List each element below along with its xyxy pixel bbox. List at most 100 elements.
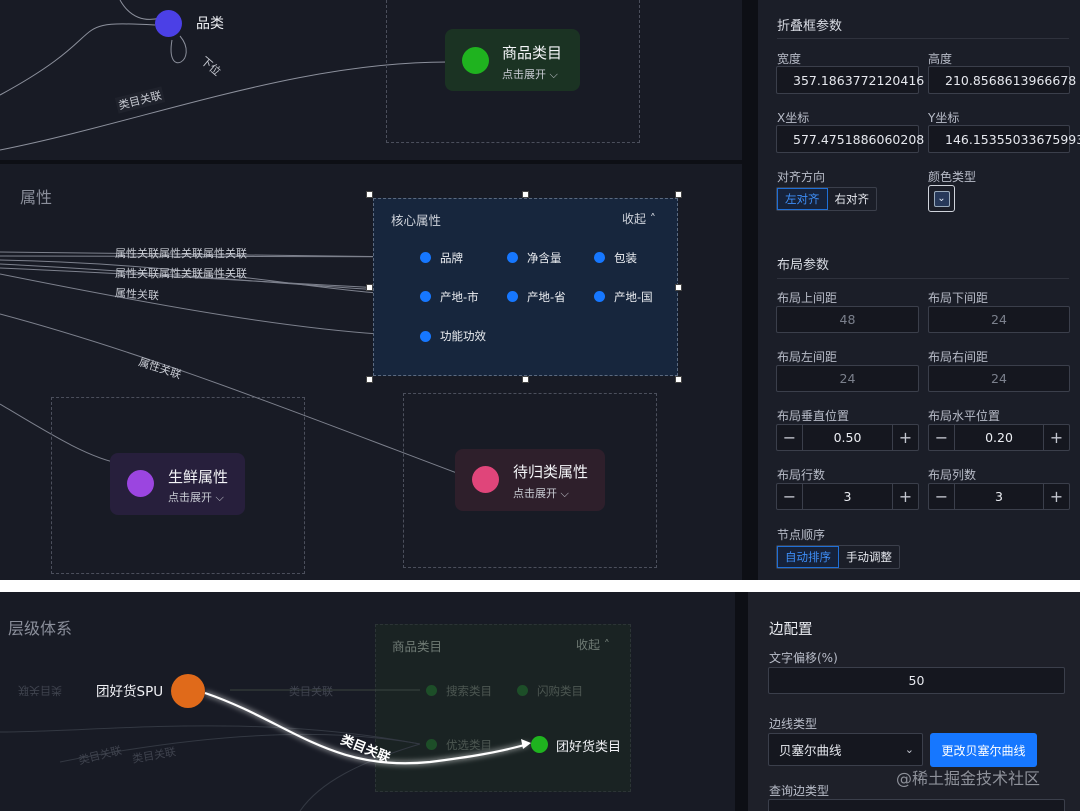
query-edge-field[interactable] [768,799,1065,811]
bottom-gap-label: 布局下间距 [928,291,989,305]
plus-icon[interactable]: + [892,425,918,450]
resize-handle[interactable] [522,191,529,198]
cols-label: 布局列数 [928,468,977,482]
daigui-expand[interactable]: 点击展开 ⌵ [513,485,569,501]
minus-icon[interactable]: − [929,425,955,450]
align-label: 对齐方向 [777,170,826,184]
attr-node-jinghanliang[interactable] [507,252,518,263]
rows-label: 布局行数 [777,468,826,482]
resize-handle[interactable] [366,284,373,291]
minus-icon[interactable]: − [777,484,803,509]
faded-node[interactable] [426,685,437,696]
edge-type-select[interactable]: 贝塞尔曲线 ⌄ [768,733,923,766]
chevron-down-icon: ⌄ [933,190,950,207]
plus-icon[interactable]: + [1043,425,1069,450]
right-gap-field[interactable]: 24 [928,365,1070,392]
chevron-up-icon: ˄ [649,212,656,226]
bottom-gap-field[interactable]: 24 [928,306,1070,333]
attr-node-chandi-shi[interactable] [420,291,431,302]
faded-node[interactable] [426,739,437,750]
chevron-down-icon: ⌵ [560,487,569,500]
hpos-value[interactable]: 0.20 [955,430,1043,445]
chevron-down-icon: ⌵ [215,491,224,504]
resize-handle[interactable] [675,191,682,198]
width-field[interactable]: 357.1863772120416 [776,66,924,94]
core-attr-title: 核心属性 [391,213,442,228]
hpos-label: 布局水平位置 [928,409,1001,423]
shengxian-node[interactable] [127,470,154,497]
shangpin-node[interactable] [462,47,489,74]
align-left-option[interactable]: 左对齐 [777,188,828,210]
vpos-value[interactable]: 0.50 [803,430,892,445]
text-offset-field[interactable]: 50 [768,667,1065,694]
section-fold-title: 折叠框参数 [777,19,843,34]
width-label: 宽度 [777,52,802,66]
hierarchy-graph-canvas[interactable]: 层级体系 商品类目 收起 ˄ 类目关联 类目关联 类目关联 类目关联 搜索类目 … [0,592,735,811]
attr-graph-canvas[interactable]: 属性 属性关联属性关联属性关联 属性关联属性关联属性关联 属性关联 属性关联 核… [0,164,742,580]
shengxian-expand[interactable]: 点击展开 ⌵ [168,489,224,505]
order-manual-option[interactable]: 手动调整 [839,546,899,568]
vpos-stepper[interactable]: − 0.50 + [776,424,919,451]
resize-handle[interactable] [522,376,529,383]
faded-node[interactable] [517,685,528,696]
cols-value[interactable]: 3 [955,489,1043,504]
rows-value[interactable]: 3 [803,489,892,504]
shangpin-expand[interactable]: 点击展开 ⌵ [502,66,558,82]
attr-node-gongneng[interactable] [420,331,431,342]
attr-label: 产地-国 [614,290,653,304]
change-curve-button[interactable]: 更改贝塞尔曲线 [930,733,1037,767]
faded-node-label: 闪购类目 [537,684,583,698]
shengxian-title: 生鲜属性 [168,468,229,486]
resize-handle[interactable] [675,284,682,291]
resize-handle[interactable] [366,191,373,198]
edge-label-attr-3: 属性关联 [114,286,160,303]
color-select[interactable]: ⌄ [928,185,955,212]
top-gap-field[interactable]: 48 [776,306,919,333]
spu-node[interactable] [171,674,205,708]
daigui-node[interactable] [472,466,499,493]
fold-settings-panel: 折叠框参数 宽度 357.1863772120416 高度 210.856861… [758,0,1080,580]
cols-stepper[interactable]: − 3 + [928,483,1070,510]
attr-node-baozhuang[interactable] [594,252,605,263]
minus-icon[interactable]: − [777,425,803,450]
target-node[interactable] [531,736,548,753]
left-gap-label: 布局左间距 [777,350,838,364]
top-graph-canvas[interactable]: 品类 下位 类目关联 商品类目 点击展开 ⌵ [0,0,742,160]
pinlei-label: 品类 [196,16,224,32]
attr-label: 产地-省 [527,290,566,304]
divider [735,592,748,811]
attr-label: 包装 [614,251,637,265]
watermark: @稀土掘金技术社区 [896,769,1041,788]
left-gap-field[interactable]: 24 [776,365,919,392]
plus-icon[interactable]: + [892,484,918,509]
align-toggle[interactable]: 左对齐 右对齐 [776,187,877,211]
order-toggle[interactable]: 自动排序 手动调整 [776,545,900,569]
query-edge-label: 查询边类型 [769,784,830,798]
attr-node-chandi-sheng[interactable] [507,291,518,302]
pinlei-node[interactable] [155,10,182,37]
x-field[interactable]: 577.4751886060208 [776,125,924,153]
hpos-stepper[interactable]: − 0.20 + [928,424,1070,451]
attr-label: 净含量 [527,251,562,265]
rows-stepper[interactable]: − 3 + [776,483,919,510]
section-divider [777,278,1069,279]
chevron-down-icon: ⌄ [904,743,914,756]
attr-node-pinpai[interactable] [420,252,431,263]
y-field[interactable]: 146.15355033675993 [928,125,1080,153]
core-attr-collapse[interactable]: 收起 ˄ [622,210,656,227]
section-divider [777,38,1069,39]
height-field[interactable]: 210.8568613966678 [928,66,1076,94]
attr-node-chandi-guo[interactable] [594,291,605,302]
minus-icon[interactable]: − [929,484,955,509]
resize-handle[interactable] [675,376,682,383]
divider [742,0,758,580]
order-label: 节点顺序 [777,528,826,542]
faded-node-label: 搜索类目 [446,684,492,698]
order-auto-option[interactable]: 自动排序 [777,546,839,568]
plus-icon[interactable]: + [1043,484,1069,509]
hierarchy-edges [0,689,531,811]
text-offset-label: 文字偏移(%) [769,651,838,665]
resize-handle[interactable] [366,376,373,383]
align-right-option[interactable]: 右对齐 [828,188,877,210]
faded-edge-label: 类目关联 [289,685,333,698]
